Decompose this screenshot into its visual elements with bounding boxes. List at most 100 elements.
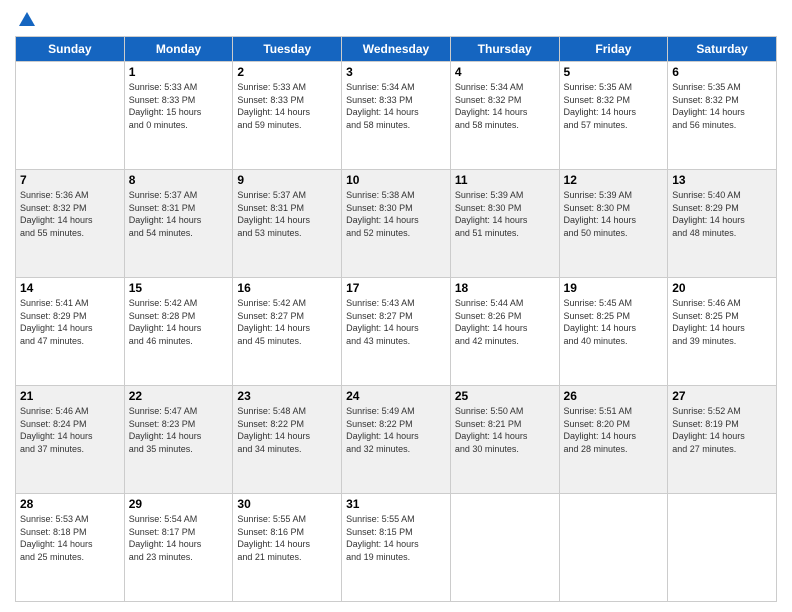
calendar-cell: 16 Sunrise: 5:42 AM Sunset: 8:27 PM Dayli… [233,278,342,386]
day-info: Sunrise: 5:33 AM Sunset: 8:33 PM Dayligh… [129,81,229,131]
calendar-cell: 14 Sunrise: 5:41 AM Sunset: 8:29 PM Dayli… [16,278,125,386]
day-info: Sunrise: 5:44 AM Sunset: 8:26 PM Dayligh… [455,297,555,347]
day-info: Sunrise: 5:34 AM Sunset: 8:32 PM Dayligh… [455,81,555,131]
calendar-cell: 5Sunrise: 5:35 AM Sunset: 8:32 PM Daylig… [559,62,668,170]
calendar-cell: 23Sunrise: 5:48 AM Sunset: 8:22 PM Dayli… [233,386,342,494]
day-number: 7 [20,173,120,187]
day-info: Sunrise: 5:39 AM Sunset: 8:30 PM Dayligh… [564,189,664,239]
day-info: Sunrise: 5:37 AM Sunset: 8:31 PM Dayligh… [237,189,337,239]
day-info: Sunrise: 5:43 AM Sunset: 8:27 PM Dayligh… [346,297,446,347]
calendar-cell: 1 Sunrise: 5:33 AM Sunset: 8:33 PM Daylig… [124,62,233,170]
day-number: 14 [20,281,120,295]
calendar-cell: 18 Sunrise: 5:44 AM Sunset: 8:26 PM Dayli… [450,278,559,386]
calendar-cell: 8 Sunrise: 5:37 AM Sunset: 8:31 PM Daylig… [124,170,233,278]
calendar-cell [559,494,668,602]
day-number: 20 [672,281,772,295]
day-info: Sunrise: 5:42 AM Sunset: 8:28 PM Dayligh… [129,297,229,347]
calendar-week-row: 21 Sunrise: 5:46 AM Sunset: 8:24 PM Dayli… [16,386,777,494]
day-info: Sunrise: 5:41 AM Sunset: 8:29 PM Dayligh… [20,297,120,347]
calendar-cell: 25 Sunrise: 5:50 AM Sunset: 8:21 PM Dayli… [450,386,559,494]
calendar-day-header: Friday [559,37,668,62]
calendar-day-header: Thursday [450,37,559,62]
day-number: 4 [455,65,555,79]
calendar-cell: 27 Sunrise: 5:52 AM Sunset: 8:19 PM Dayli… [668,386,777,494]
day-info: Sunrise: 5:50 AM Sunset: 8:21 PM Dayligh… [455,405,555,455]
calendar-week-row: 28 Sunrise: 5:53 AM Sunset: 8:18 PM Dayli… [16,494,777,602]
day-number: 31 [346,497,446,511]
day-number: 24 [346,389,446,403]
calendar-week-row: 7 Sunrise: 5:36 AM Sunset: 8:32 PM Daylig… [16,170,777,278]
day-number: 18 [455,281,555,295]
calendar-cell: 17 Sunrise: 5:43 AM Sunset: 8:27 PM Dayli… [342,278,451,386]
day-number: 25 [455,389,555,403]
day-number: 8 [129,173,229,187]
day-info: Sunrise: 5:47 AM Sunset: 8:23 PM Dayligh… [129,405,229,455]
calendar-day-header: Monday [124,37,233,62]
calendar-cell [668,494,777,602]
header [15,10,777,30]
day-info: Sunrise: 5:35 AM Sunset: 8:32 PM Dayligh… [564,81,664,131]
calendar-cell: 13 Sunrise: 5:40 AM Sunset: 8:29 PM Dayli… [668,170,777,278]
day-info: Sunrise: 5:46 AM Sunset: 8:24 PM Dayligh… [20,405,120,455]
calendar-cell: 29 Sunrise: 5:54 AM Sunset: 8:17 PM Dayli… [124,494,233,602]
calendar-cell: 19Sunrise: 5:45 AM Sunset: 8:25 PM Dayli… [559,278,668,386]
day-number: 27 [672,389,772,403]
day-number: 30 [237,497,337,511]
calendar-cell: 12 Sunrise: 5:39 AM Sunset: 8:30 PM Dayli… [559,170,668,278]
day-info: Sunrise: 5:51 AM Sunset: 8:20 PM Dayligh… [564,405,664,455]
day-info: Sunrise: 5:55 AM Sunset: 8:16 PM Dayligh… [237,513,337,563]
day-info: Sunrise: 5:54 AM Sunset: 8:17 PM Dayligh… [129,513,229,563]
calendar-cell: 7 Sunrise: 5:36 AM Sunset: 8:32 PM Daylig… [16,170,125,278]
day-number: 10 [346,173,446,187]
day-info: Sunrise: 5:45 AM Sunset: 8:25 PM Dayligh… [564,297,664,347]
calendar-cell: 3 Sunrise: 5:34 AM Sunset: 8:33 PM Daylig… [342,62,451,170]
day-number: 6 [672,65,772,79]
day-number: 12 [564,173,664,187]
calendar-day-header: Wednesday [342,37,451,62]
calendar-cell: 9Sunrise: 5:37 AM Sunset: 8:31 PM Daylig… [233,170,342,278]
calendar-cell [16,62,125,170]
day-number: 29 [129,497,229,511]
day-info: Sunrise: 5:36 AM Sunset: 8:32 PM Dayligh… [20,189,120,239]
calendar-day-header: Sunday [16,37,125,62]
day-number: 11 [455,173,555,187]
day-info: Sunrise: 5:39 AM Sunset: 8:30 PM Dayligh… [455,189,555,239]
day-info: Sunrise: 5:34 AM Sunset: 8:33 PM Dayligh… [346,81,446,131]
calendar-week-row: 1 Sunrise: 5:33 AM Sunset: 8:33 PM Daylig… [16,62,777,170]
calendar-cell: 22 Sunrise: 5:47 AM Sunset: 8:23 PM Dayli… [124,386,233,494]
calendar-table: SundayMondayTuesdayWednesdayThursdayFrid… [15,36,777,602]
calendar-cell: 15Sunrise: 5:42 AM Sunset: 8:28 PM Dayli… [124,278,233,386]
calendar-cell: 11 Sunrise: 5:39 AM Sunset: 8:30 PM Dayli… [450,170,559,278]
day-info: Sunrise: 5:35 AM Sunset: 8:32 PM Dayligh… [672,81,772,131]
logo-icon [17,10,37,30]
day-number: 22 [129,389,229,403]
day-info: Sunrise: 5:38 AM Sunset: 8:30 PM Dayligh… [346,189,446,239]
day-info: Sunrise: 5:42 AM Sunset: 8:27 PM Dayligh… [237,297,337,347]
day-number: 28 [20,497,120,511]
day-number: 21 [20,389,120,403]
calendar-cell: 20Sunrise: 5:46 AM Sunset: 8:25 PM Dayli… [668,278,777,386]
day-info: Sunrise: 5:40 AM Sunset: 8:29 PM Dayligh… [672,189,772,239]
calendar-header-row: SundayMondayTuesdayWednesdayThursdayFrid… [16,37,777,62]
calendar-cell [450,494,559,602]
day-info: Sunrise: 5:33 AM Sunset: 8:33 PM Dayligh… [237,81,337,131]
day-info: Sunrise: 5:52 AM Sunset: 8:19 PM Dayligh… [672,405,772,455]
page: SundayMondayTuesdayWednesdayThursdayFrid… [0,0,792,612]
calendar-cell: 28 Sunrise: 5:53 AM Sunset: 8:18 PM Dayli… [16,494,125,602]
day-number: 16 [237,281,337,295]
calendar-cell: 26 Sunrise: 5:51 AM Sunset: 8:20 PM Dayli… [559,386,668,494]
calendar-week-row: 14 Sunrise: 5:41 AM Sunset: 8:29 PM Dayli… [16,278,777,386]
day-info: Sunrise: 5:53 AM Sunset: 8:18 PM Dayligh… [20,513,120,563]
calendar-cell: 24 Sunrise: 5:49 AM Sunset: 8:22 PM Dayli… [342,386,451,494]
day-number: 1 [129,65,229,79]
calendar-cell: 30 Sunrise: 5:55 AM Sunset: 8:16 PM Dayli… [233,494,342,602]
day-info: Sunrise: 5:49 AM Sunset: 8:22 PM Dayligh… [346,405,446,455]
day-number: 3 [346,65,446,79]
day-info: Sunrise: 5:55 AM Sunset: 8:15 PM Dayligh… [346,513,446,563]
day-info: Sunrise: 5:37 AM Sunset: 8:31 PM Dayligh… [129,189,229,239]
day-number: 26 [564,389,664,403]
calendar-cell: 4 Sunrise: 5:34 AM Sunset: 8:32 PM Daylig… [450,62,559,170]
day-number: 17 [346,281,446,295]
calendar-cell: 6 Sunrise: 5:35 AM Sunset: 8:32 PM Daylig… [668,62,777,170]
day-number: 13 [672,173,772,187]
